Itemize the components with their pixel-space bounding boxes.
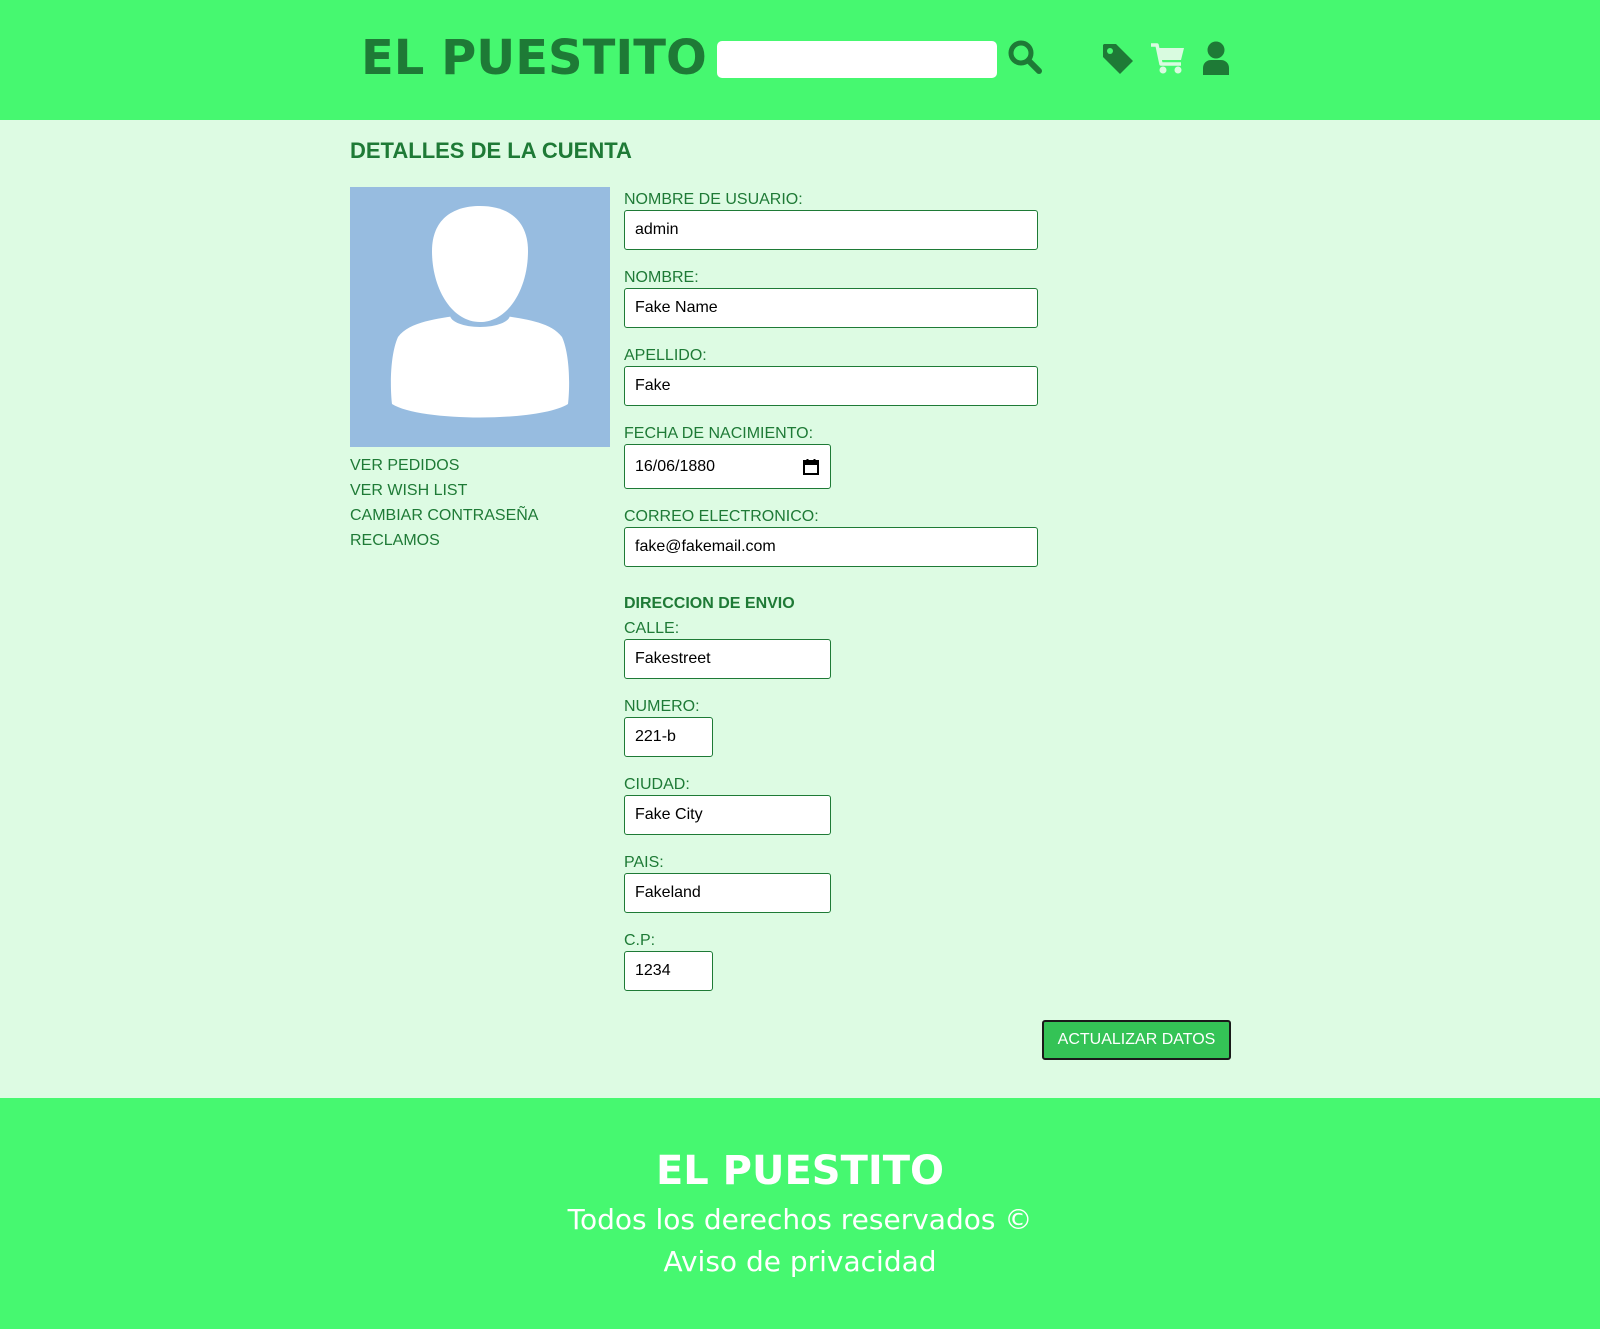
last-name-label: APELLIDO: <box>624 347 707 364</box>
username-field[interactable] <box>624 210 1038 250</box>
site-footer: EL PUESTITO Todos los derechos reservado… <box>0 1098 1600 1329</box>
avatar-placeholder-icon <box>390 206 570 418</box>
zip-label: C.P: <box>624 932 656 949</box>
sidebar-link-wishlist[interactable]: VER WISH LIST <box>350 482 467 500</box>
zip-field[interactable] <box>624 951 713 991</box>
city-label: CIUDAD: <box>624 776 690 793</box>
last-name-field[interactable] <box>624 366 1038 406</box>
birth-date-value: 16/06/1880 <box>635 457 716 475</box>
search-input[interactable] <box>717 41 997 78</box>
birth-date-label: FECHA DE NACIMIENTO: <box>624 425 814 442</box>
calendar-icon[interactable] <box>802 458 820 476</box>
number-label: NUMERO: <box>624 698 700 715</box>
tag-icon[interactable] <box>1101 42 1135 76</box>
country-label: PAIS: <box>624 854 664 871</box>
email-field[interactable] <box>624 527 1038 567</box>
sidebar-link-claims[interactable]: RECLAMOS <box>350 532 440 550</box>
email-label: CORREO ELECTRONICO: <box>624 508 819 525</box>
brand-logo[interactable]: EL PUESTITO <box>361 30 707 86</box>
footer-brand: EL PUESTITO <box>655 1148 945 1194</box>
page-title: DETALLES DE LA CUENTA <box>350 138 632 163</box>
number-field[interactable] <box>624 717 713 757</box>
avatar <box>350 187 610 447</box>
street-field[interactable] <box>624 639 831 679</box>
update-data-button[interactable]: ACTUALIZAR DATOS <box>1042 1020 1231 1060</box>
site-header: EL PUESTITO <box>0 0 1600 120</box>
birth-date-field[interactable]: 16/06/1880 <box>624 444 831 489</box>
footer-privacy-link[interactable]: Aviso de privacidad <box>0 1245 1600 1278</box>
sidebar-link-orders[interactable]: VER PEDIDOS <box>350 457 459 475</box>
search-icon[interactable] <box>1008 40 1042 74</box>
first-name-label: NOMBRE: <box>624 269 699 286</box>
first-name-field[interactable] <box>624 288 1038 328</box>
footer-rights: Todos los derechos reservados © <box>567 1203 1033 1236</box>
shipping-section-title: DIRECCION DE ENVIO <box>624 595 795 612</box>
cart-icon[interactable] <box>1150 40 1186 76</box>
street-label: CALLE: <box>624 620 680 637</box>
user-icon[interactable] <box>1202 41 1230 76</box>
username-label: NOMBRE DE USUARIO: <box>624 191 803 208</box>
sidebar-link-change-password[interactable]: CAMBIAR CONTRASEÑA <box>350 507 538 525</box>
city-field[interactable] <box>624 795 831 835</box>
country-field[interactable] <box>624 873 831 913</box>
